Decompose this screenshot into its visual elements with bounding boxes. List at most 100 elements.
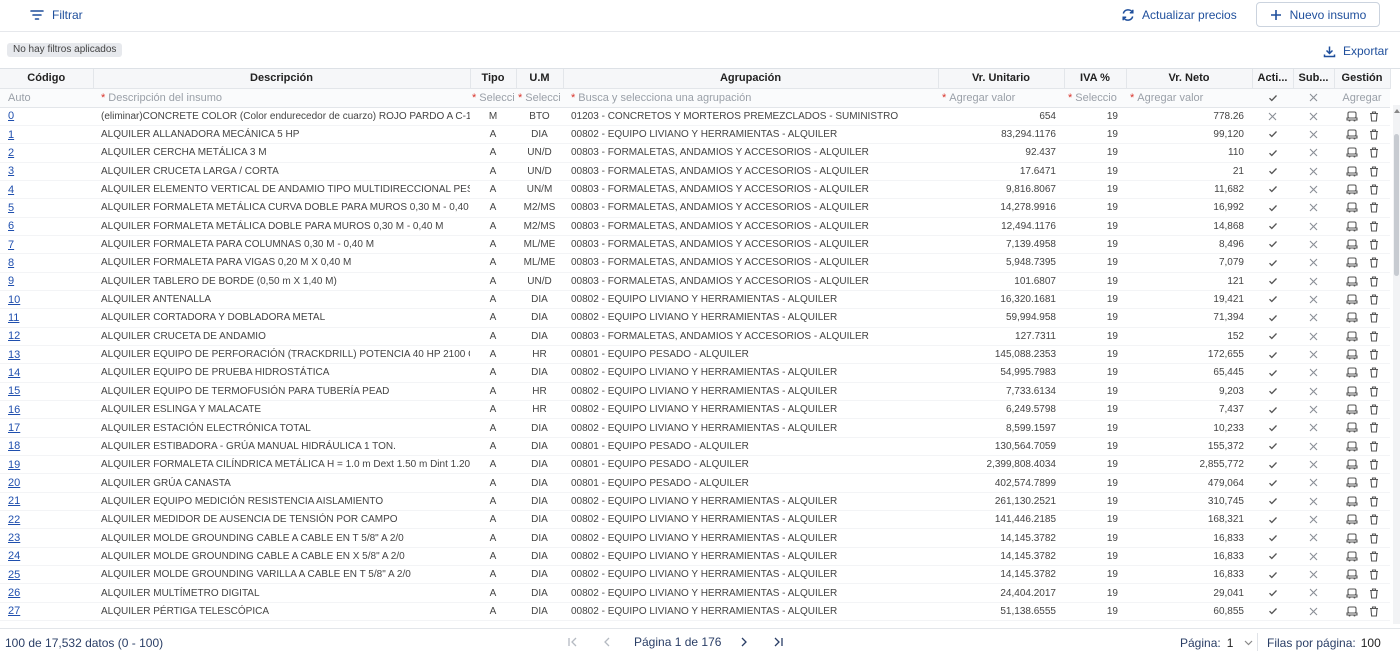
row-sub-toggle[interactable] xyxy=(1293,308,1334,328)
edit-row-button[interactable] xyxy=(1345,166,1358,177)
delete-row-button[interactable] xyxy=(1369,551,1379,562)
table-row[interactable]: 9 ALQUILER TABLERO DE BORDE (0,50 m X 1,4… xyxy=(0,272,1390,291)
scrollbar-thumb[interactable] xyxy=(1394,134,1399,276)
row-sub-toggle[interactable] xyxy=(1293,327,1334,346)
page-select[interactable]: Página: 1 xyxy=(1180,636,1253,650)
delete-row-button[interactable] xyxy=(1369,606,1379,617)
row-active-toggle[interactable] xyxy=(1252,382,1293,402)
edit-row-button[interactable] xyxy=(1345,404,1358,415)
row-active-toggle[interactable] xyxy=(1252,473,1293,493)
row-sub-toggle[interactable] xyxy=(1293,290,1334,310)
table-row[interactable]: 27 ALQUILER PÉRTIGA TELESCÓPICA A DIA 00802 … xyxy=(0,602,1390,622)
row-active-toggle[interactable] xyxy=(1252,180,1293,200)
new-active-toggle[interactable] xyxy=(1252,88,1293,108)
table-row[interactable]: 3 ALQUILER CRUCETA LARGA / CORTA A UN/D 0080… xyxy=(0,162,1390,181)
row-active-toggle[interactable] xyxy=(1252,363,1293,383)
table-row[interactable]: 4 ALQUILER ELEMENTO VERTICAL DE ANDAMIO T… xyxy=(0,180,1390,200)
row-code-link[interactable]: 23 xyxy=(8,532,20,544)
row-active-toggle[interactable] xyxy=(1252,547,1293,567)
row-code-link[interactable]: 2 xyxy=(8,147,14,159)
row-sub-toggle[interactable] xyxy=(1293,125,1334,145)
row-code-link[interactable]: 17 xyxy=(8,422,20,434)
edit-row-button[interactable] xyxy=(1345,532,1358,544)
row-sub-toggle[interactable] xyxy=(1293,602,1334,622)
row-sub-toggle[interactable] xyxy=(1293,162,1334,181)
row-active-toggle[interactable] xyxy=(1252,235,1293,255)
row-code-link[interactable]: 5 xyxy=(8,202,14,214)
row-sub-toggle[interactable] xyxy=(1293,363,1334,383)
edit-row-button[interactable] xyxy=(1345,386,1358,397)
row-code-link[interactable]: 0 xyxy=(8,110,14,122)
col-header-um[interactable]: U.M xyxy=(516,69,564,89)
delete-row-button[interactable] xyxy=(1369,111,1379,122)
table-row[interactable]: 12 ALQUILER CRUCETA DE ANDAMIO A DIA 00803 -… xyxy=(0,327,1390,346)
table-row[interactable]: 26 ALQUILER MULTÍMETRO DIGITAL A DIA 00802 -… xyxy=(0,583,1390,603)
col-header-codigo[interactable]: Código xyxy=(0,69,94,89)
table-row[interactable]: 23 ALQUILER MOLDE GROUNDING CABLE A CABLE… xyxy=(0,528,1390,548)
col-header-vr-neto[interactable]: Vr. Neto xyxy=(1126,69,1253,89)
edit-row-button[interactable] xyxy=(1345,239,1358,250)
table-row[interactable]: 6 ALQUILER FORMALETA METÁLICA DOBLE PARA … xyxy=(0,217,1390,236)
delete-row-button[interactable] xyxy=(1369,569,1379,580)
row-sub-toggle[interactable] xyxy=(1293,528,1334,548)
delete-row-button[interactable] xyxy=(1369,312,1379,323)
new-supply-button[interactable]: Nuevo insumo xyxy=(1256,2,1380,27)
row-active-toggle[interactable] xyxy=(1252,345,1293,365)
add-row-button[interactable]: Agregar xyxy=(1334,88,1390,108)
row-active-toggle[interactable] xyxy=(1252,583,1293,603)
row-code-link[interactable]: 7 xyxy=(8,239,14,251)
col-header-sub[interactable]: Sub... xyxy=(1293,69,1335,89)
vr-neto-input[interactable]: * Agregar valor xyxy=(1126,88,1252,108)
delete-row-button[interactable] xyxy=(1369,496,1379,507)
delete-row-button[interactable] xyxy=(1369,202,1379,213)
table-row[interactable]: 16 ALQUILER ESLINGA Y MALACATE A HR 00802 - … xyxy=(0,400,1390,420)
row-active-toggle[interactable] xyxy=(1252,437,1293,457)
row-sub-toggle[interactable] xyxy=(1293,272,1334,291)
delete-row-button[interactable] xyxy=(1369,441,1379,452)
delete-row-button[interactable] xyxy=(1369,239,1379,250)
delete-row-button[interactable] xyxy=(1369,166,1379,177)
table-row[interactable]: 15 ALQUILER EQUIPO DE TERMOFUSIÓN PARA TU… xyxy=(0,382,1390,402)
refresh-prices-button[interactable]: Actualizar precios xyxy=(1121,6,1237,24)
row-sub-toggle[interactable] xyxy=(1293,437,1334,457)
row-code-link[interactable]: 16 xyxy=(8,404,20,416)
agrupacion-search[interactable]: * Busca y selecciona una agrupación xyxy=(563,88,938,108)
edit-row-button[interactable] xyxy=(1345,111,1358,122)
edit-row-button[interactable] xyxy=(1345,514,1358,525)
delete-row-button[interactable] xyxy=(1369,477,1379,489)
table-row[interactable]: 7 ALQUILER FORMALETA PARA COLUMNAS 0,30 M… xyxy=(0,235,1390,255)
row-sub-toggle[interactable] xyxy=(1293,382,1334,402)
delete-row-button[interactable] xyxy=(1369,129,1379,140)
row-sub-toggle[interactable] xyxy=(1293,180,1334,200)
first-page-button[interactable] xyxy=(564,633,582,651)
row-active-toggle[interactable] xyxy=(1252,143,1293,163)
table-row[interactable]: 18 ALQUILER ESTIBADORA - GRÚA MANUAL HIDR… xyxy=(0,437,1390,457)
edit-row-button[interactable] xyxy=(1345,569,1358,580)
edit-row-button[interactable] xyxy=(1345,422,1358,433)
col-header-activo[interactable]: Acti... xyxy=(1252,69,1294,89)
row-sub-toggle[interactable] xyxy=(1293,455,1334,475)
row-sub-toggle[interactable] xyxy=(1293,400,1334,420)
row-active-toggle[interactable] xyxy=(1252,327,1293,346)
row-active-toggle[interactable] xyxy=(1252,400,1293,420)
table-row[interactable]: 5 ALQUILER FORMALETA METÁLICA CURVA DOBLE… xyxy=(0,198,1390,218)
table-row[interactable]: 14 ALQUILER EQUIPO DE PRUEBA HIDROSTÁTICA… xyxy=(0,363,1390,383)
row-code-link[interactable]: 11 xyxy=(8,312,19,324)
iva-select[interactable]: * Seleccio xyxy=(1064,88,1126,108)
col-header-iva[interactable]: IVA % xyxy=(1064,69,1127,89)
edit-row-button[interactable] xyxy=(1345,221,1358,232)
table-row[interactable]: 11 ALQUILER CORTADORA Y DOBLADORA METAL A D… xyxy=(0,308,1390,328)
delete-row-button[interactable] xyxy=(1369,532,1379,544)
row-sub-toggle[interactable] xyxy=(1293,198,1334,218)
row-code-link[interactable]: 14 xyxy=(8,367,20,379)
row-code-link[interactable]: 12 xyxy=(8,330,20,342)
row-sub-toggle[interactable] xyxy=(1293,492,1334,512)
row-active-toggle[interactable] xyxy=(1252,162,1293,181)
row-active-toggle[interactable] xyxy=(1252,602,1293,622)
row-code-link[interactable]: 15 xyxy=(8,385,20,397)
col-header-vr-unitario[interactable]: Vr. Unitario xyxy=(938,69,1065,89)
descripcion-input[interactable]: * Descripción del insumo xyxy=(93,88,470,108)
row-code-link[interactable]: 20 xyxy=(8,477,20,489)
row-sub-toggle[interactable] xyxy=(1293,235,1334,255)
col-header-tipo[interactable]: Tipo xyxy=(470,69,517,89)
